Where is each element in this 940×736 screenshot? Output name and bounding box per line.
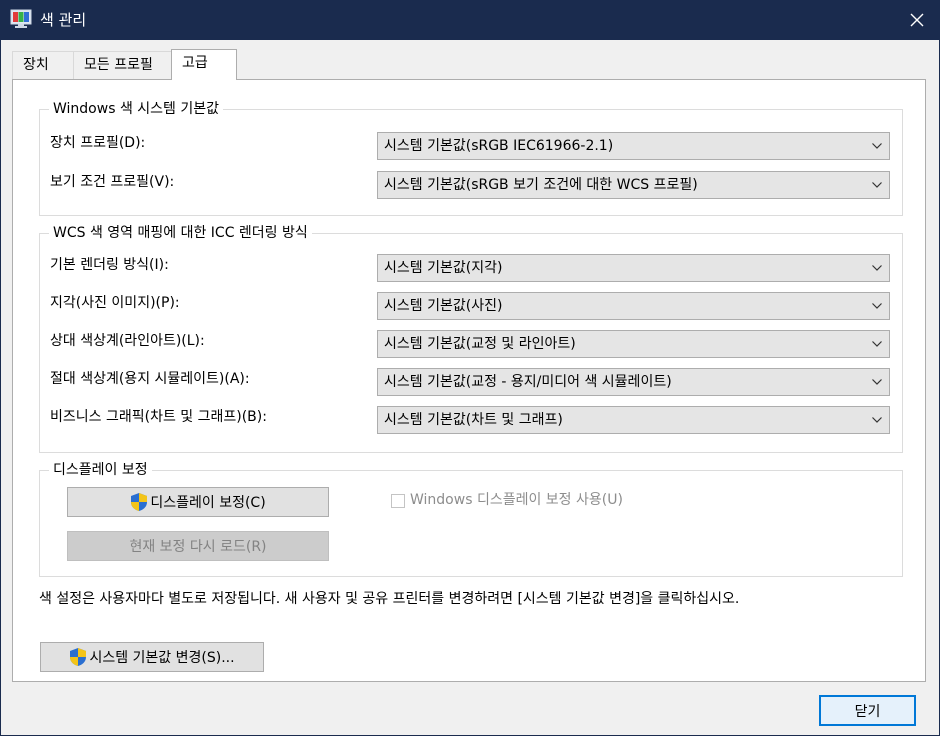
tab-label: 모든 프로필 (84, 57, 153, 73)
windows-defaults-group: Windows 색 시스템 기본값 장치 프로필(D): 시스템 기본값(sRG… (39, 100, 903, 216)
display-calibration-group: 디스플레이 보정 디스플레이 보정(C) Windows 디스플레이 보정 사용… (39, 461, 903, 577)
relative-colorimetric-label: 상대 색상계(라인아트)(L): (50, 333, 205, 349)
uac-shield-icon (70, 648, 87, 666)
chevron-down-icon (872, 303, 882, 309)
chevron-down-icon (872, 265, 882, 271)
windows-defaults-legend: Windows 색 시스템 기본값 (49, 100, 224, 118)
window-title: 색 관리 (40, 11, 87, 29)
tab-all-profiles[interactable]: 모든 프로필 (73, 51, 172, 79)
business-graphics-combo[interactable]: 시스템 기본값(차트 및 그래프) (377, 406, 890, 434)
icc-rendering-group: WCS 색 영역 매핑에 대한 ICC 렌더링 방식 기본 렌더링 방식(I):… (39, 224, 903, 453)
business-graphics-label: 비즈니스 그래픽(차트 및 그래프)(B): (50, 409, 267, 425)
calibrate-display-button[interactable]: 디스플레이 보정(C) (67, 487, 329, 517)
chevron-down-icon (872, 341, 882, 347)
absolute-colorimetric-label: 절대 색상계(용지 시뮬레이트)(A): (50, 371, 250, 387)
combo-value: 시스템 기본값(사진) (384, 298, 503, 314)
reload-calibration-button[interactable]: 현재 보정 다시 로드(R) (67, 531, 329, 561)
display-calibration-legend: 디스플레이 보정 (49, 461, 152, 479)
change-system-defaults-button[interactable]: 시스템 기본값 변경(S)... (40, 642, 264, 672)
change-system-defaults-label: 시스템 기본값 변경(S)... (89, 650, 235, 666)
uac-shield-icon (131, 493, 148, 511)
use-calibration-checkbox[interactable] (391, 494, 405, 508)
chevron-down-icon (872, 182, 882, 188)
tab-label: 고급 (182, 55, 208, 71)
combo-value: 시스템 기본값(교정 및 라인아트) (384, 336, 576, 352)
close-button[interactable]: 닫기 (819, 695, 916, 726)
device-profile-combo[interactable]: 시스템 기본값(sRGB IEC61966-2.1) (377, 132, 890, 160)
icc-rendering-legend: WCS 색 영역 매핑에 대한 ICC 렌더링 방식 (49, 224, 312, 242)
combo-value: 시스템 기본값(교정 - 용지/미디어 색 시뮬레이트) (384, 374, 672, 390)
combo-value: 시스템 기본값(sRGB 보기 조건에 대한 WCS 프로필) (384, 177, 698, 193)
perceptual-combo[interactable]: 시스템 기본값(사진) (377, 292, 890, 320)
chevron-down-icon (872, 379, 882, 385)
close-button-label: 닫기 (854, 703, 881, 720)
close-icon (910, 13, 924, 27)
combo-value: 시스템 기본값(차트 및 그래프) (384, 412, 563, 428)
color-management-monitor-icon (10, 9, 32, 28)
perceptual-label: 지각(사진 이미지)(P): (50, 295, 180, 311)
absolute-colorimetric-combo[interactable]: 시스템 기본값(교정 - 용지/미디어 색 시뮬레이트) (377, 368, 890, 396)
use-calibration-label: Windows 디스플레이 보정 사용(U) (410, 492, 623, 508)
window-close-button[interactable] (894, 0, 940, 40)
combo-value: 시스템 기본값(지각) (384, 260, 503, 276)
tab-advanced[interactable]: 고급 (171, 49, 237, 80)
combo-value: 시스템 기본값(sRGB IEC61966-2.1) (384, 138, 614, 154)
reload-calibration-label: 현재 보정 다시 로드(R) (129, 539, 267, 555)
tab-label: 장치 (23, 57, 49, 73)
chevron-down-icon (872, 143, 882, 149)
default-rendering-combo[interactable]: 시스템 기본값(지각) (377, 254, 890, 282)
chevron-down-icon (872, 417, 882, 423)
viewing-conditions-label: 보기 조건 프로필(V): (50, 174, 175, 190)
relative-colorimetric-combo[interactable]: 시스템 기본값(교정 및 라인아트) (377, 330, 890, 358)
title-bar: 색 관리 (0, 0, 940, 40)
viewing-conditions-combo[interactable]: 시스템 기본값(sRGB 보기 조건에 대한 WCS 프로필) (377, 171, 890, 199)
calibrate-display-label: 디스플레이 보정(C) (150, 495, 266, 511)
default-rendering-label: 기본 렌더링 방식(I): (50, 257, 169, 273)
tab-devices[interactable]: 장치 (12, 51, 74, 79)
settings-note: 색 설정은 사용자마다 별도로 저장됩니다. 새 사용자 및 공유 프린터를 변… (39, 591, 740, 607)
device-profile-label: 장치 프로필(D): (50, 135, 146, 151)
